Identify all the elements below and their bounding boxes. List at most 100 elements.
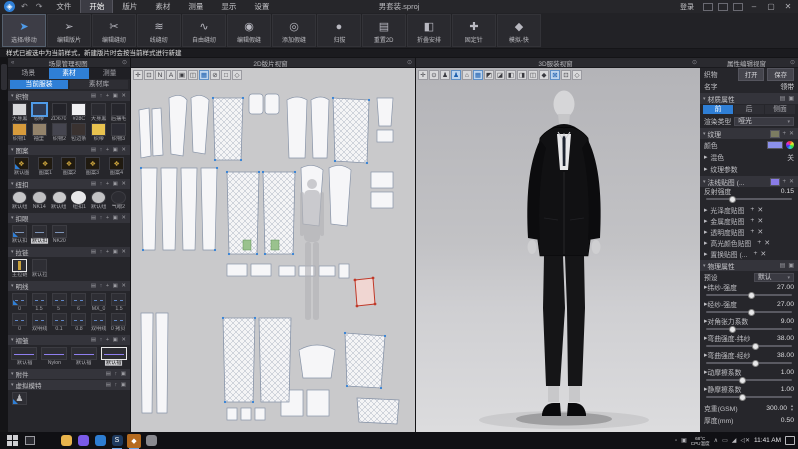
- add-icon[interactable]: +: [782, 131, 787, 137]
- menu-item[interactable]: 版片: [114, 0, 145, 13]
- topstitch-item[interactable]: 0: [10, 313, 29, 332]
- view3d-tool-icon[interactable]: ⊠: [550, 70, 560, 80]
- buttonhole-item[interactable]: 默认扣: [30, 225, 49, 244]
- ribbon-tool-button[interactable]: ∿ 自由缝纫: [182, 14, 226, 47]
- slider[interactable]: [706, 328, 792, 330]
- avatar-item[interactable]: ♟: [10, 392, 29, 405]
- ribbon-tool-button[interactable]: ◆ 模拟-快: [497, 14, 541, 47]
- section-pattern-header[interactable]: ▾图案▤ ↑ + ▣ ✕: [8, 145, 130, 155]
- add-icon[interactable]: +: [782, 179, 787, 185]
- button-item[interactable]: 气眼2: [109, 191, 128, 210]
- delete-icon[interactable]: ✕: [789, 178, 795, 185]
- blend-state[interactable]: 关: [787, 152, 794, 162]
- collapsed-panel-tab[interactable]: [1, 64, 7, 90]
- fabric-item[interactable]: 大身黑: [10, 103, 29, 122]
- topstitch-item[interactable]: 双明线: [89, 313, 108, 332]
- taskbar-app-icon[interactable]: ◆: [127, 434, 141, 448]
- topstitch-item[interactable]: 0.1: [50, 313, 69, 332]
- buttonhole-item[interactable]: 默认扣: [10, 225, 29, 244]
- topstitch-item[interactable]: MX_0: [89, 293, 108, 312]
- view2d-tool-icon[interactable]: ⊡: [144, 70, 154, 80]
- view3d-tool-icon[interactable]: ◫: [528, 70, 538, 80]
- view2d-tool-icon[interactable]: N: [155, 70, 165, 80]
- view2d-tool-icon[interactable]: ◇: [232, 70, 242, 80]
- delete-icon[interactable]: ✕: [757, 206, 763, 214]
- button-item[interactable]: NK14: [30, 191, 49, 210]
- pattern-item[interactable]: ❖默认图: [10, 157, 33, 176]
- map-row[interactable]: ▸光泽度贴图+✕: [700, 204, 798, 215]
- topstitch-item[interactable]: 0.8: [70, 313, 89, 332]
- view2d-tool-icon[interactable]: ▣: [177, 70, 187, 80]
- delete-icon[interactable]: ✕: [789, 130, 795, 137]
- notification-center-icon[interactable]: [785, 436, 795, 445]
- pin-icon[interactable]: ⊙: [790, 59, 795, 66]
- left-tab[interactable]: 场景: [8, 68, 49, 79]
- add-icon[interactable]: +: [750, 206, 754, 213]
- pin-icon[interactable]: ⊙: [122, 59, 127, 66]
- pin-icon[interactable]: ⊙: [692, 59, 697, 66]
- slider[interactable]: [706, 379, 792, 381]
- ribbon-tool-button[interactable]: ✂ 编辑缝纫: [92, 14, 136, 47]
- button-item[interactable]: 默认纽: [89, 191, 108, 210]
- name-value[interactable]: 领带: [780, 81, 794, 91]
- maximize-button[interactable]: ▢: [765, 2, 777, 11]
- volume-muted-icon[interactable]: ◁✕: [740, 437, 750, 444]
- left-tab[interactable]: 测量: [89, 68, 130, 79]
- view2d-tool-icon[interactable]: ◫: [188, 70, 198, 80]
- fabric-item[interactable]: 织物2: [50, 123, 69, 142]
- map-row[interactable]: ▸置换贴图 (...+✕: [700, 248, 798, 259]
- view3d-tool-icon[interactable]: ◆: [539, 70, 549, 80]
- map-row[interactable]: ▸高光颜色贴图+✕: [700, 237, 798, 248]
- delete-icon[interactable]: ✕: [760, 250, 766, 258]
- pattern-canvas-2d[interactable]: ✛⊡NA▣◫▦⊘□◇: [131, 68, 415, 432]
- fabric-item[interactable]: 后摆毛: [109, 103, 128, 122]
- weight-stepper[interactable]: ▲▼: [790, 404, 794, 412]
- topstitch-item[interactable]: 0: [10, 293, 29, 312]
- texture-params-label[interactable]: 纹理参数: [710, 164, 737, 174]
- zipper-item[interactable]: 主拉链: [10, 259, 29, 278]
- ribbon-tool-button[interactable]: ◎ 添加假缝: [272, 14, 316, 47]
- ribbon-tool-button[interactable]: ◉ 编辑假缝: [227, 14, 271, 47]
- topstitch-item[interactable]: 6: [70, 293, 89, 312]
- layout-both-icon[interactable]: [733, 3, 743, 11]
- taskbar-app-icon[interactable]: [59, 434, 73, 448]
- selected-pattern-piece[interactable]: [354, 277, 377, 308]
- fabric-item[interactable]: 织带: [89, 123, 108, 142]
- view3d-tool-icon[interactable]: ◪: [495, 70, 505, 80]
- minimize-button[interactable]: –: [748, 2, 760, 11]
- view3d-tool-icon[interactable]: ▦: [473, 70, 483, 80]
- section-avatar-header[interactable]: ▾虚拟模特▤ ↑ ▣: [8, 380, 130, 390]
- material-section-header[interactable]: ▾材质属性▤▣: [700, 93, 798, 104]
- face-tab[interactable]: 前: [703, 105, 733, 114]
- menu-item[interactable]: 文件: [48, 0, 79, 13]
- color-swatch[interactable]: [767, 141, 783, 149]
- button-item[interactable]: 默认纽: [50, 191, 69, 210]
- texture-section-header[interactable]: ▾纹理 + ✕: [700, 128, 798, 139]
- thickness-value[interactable]: 0.50: [781, 417, 794, 424]
- save-button[interactable]: 保存: [767, 68, 794, 81]
- ribbon-tool-button[interactable]: ◧ 折叠安排: [407, 14, 451, 47]
- login-button[interactable]: 登录: [676, 2, 698, 12]
- fabric-item[interactable]: 织物1: [10, 123, 29, 142]
- hidden-icons-chevron[interactable]: ∧: [714, 437, 718, 444]
- folder-icon[interactable]: ▤: [780, 95, 787, 102]
- layout-3d-icon[interactable]: [718, 3, 728, 11]
- view3d-tool-icon[interactable]: ◨: [517, 70, 527, 80]
- map-row[interactable]: ▸透明度贴图+✕: [700, 226, 798, 237]
- view3d-tool-icon[interactable]: ⌂: [462, 70, 472, 80]
- start-button[interactable]: [7, 435, 18, 446]
- delete-icon[interactable]: ✕: [764, 239, 770, 247]
- app-logo-icon[interactable]: ◈: [4, 1, 15, 12]
- topstitch-item[interactable]: 5: [50, 293, 69, 312]
- zipper-item[interactable]: 默认拉: [30, 259, 49, 278]
- delete-icon[interactable]: ✕: [757, 228, 763, 236]
- topstitch-item[interactable]: 1.5: [109, 293, 128, 312]
- section-fabric-header[interactable]: ▾织物▤ ↑ + ▣ ✕: [8, 91, 130, 101]
- pattern-item[interactable]: ❖图案3: [81, 157, 104, 176]
- cpu-temp-widget[interactable]: 68°CCPU温度: [691, 436, 710, 446]
- add-icon[interactable]: +: [750, 228, 754, 235]
- button-item[interactable]: 纽扣1: [70, 191, 89, 210]
- ribbon-tool-button[interactable]: ✚ 固定针: [452, 14, 496, 47]
- close-button[interactable]: ✕: [782, 2, 794, 11]
- color-picker-icon[interactable]: [786, 141, 794, 149]
